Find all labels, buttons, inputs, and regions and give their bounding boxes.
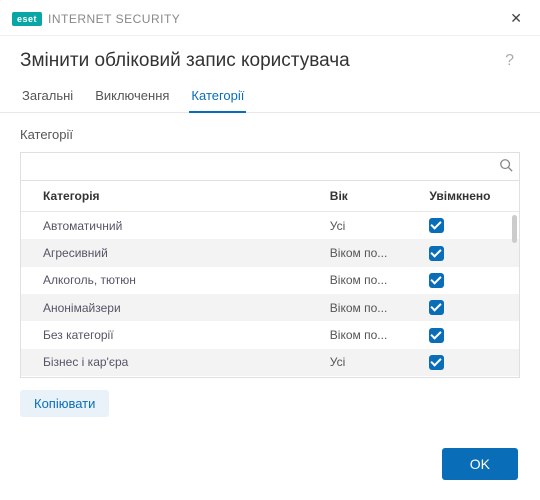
cell-enabled [419, 376, 519, 378]
cell-category: Анонімайзери [21, 294, 320, 321]
cell-age: Усі [320, 349, 420, 376]
table-row[interactable]: Агресивний Віком по... [21, 239, 519, 266]
table-row[interactable]: Без категорії Віком по... [21, 321, 519, 348]
cell-category: Без категорії [21, 321, 320, 348]
cell-category: Автоматичний [21, 212, 320, 240]
cell-enabled [419, 321, 519, 348]
table-row[interactable]: Алкоголь, тютюн Віком по... [21, 267, 519, 294]
dialog-header: Змінити обліковий запис користувача ? [0, 36, 540, 82]
checkbox-icon[interactable] [429, 246, 444, 261]
brand-product: INTERNET SECURITY [48, 12, 180, 26]
category-table: Категорія Вік Увімкнено Автоматичний Усі… [20, 180, 520, 378]
content-area: Категорії Категорія Вік Увімкнено Авто [0, 113, 540, 430]
col-header-category[interactable]: Категорія [21, 181, 320, 212]
brand-logo: eset [12, 12, 42, 26]
cell-enabled [419, 349, 519, 376]
checkbox-icon[interactable] [429, 273, 444, 288]
checkbox-icon[interactable] [429, 355, 444, 370]
search-row [20, 152, 520, 180]
search-icon[interactable] [499, 158, 513, 175]
checkbox-icon[interactable] [429, 300, 444, 315]
cell-enabled [419, 239, 519, 266]
table-row[interactable]: Автоматичний Усі [21, 212, 519, 240]
copy-button[interactable]: Копіювати [20, 390, 109, 417]
dialog-title: Змінити обліковий запис користувача [20, 50, 499, 72]
table-header-row: Категорія Вік Увімкнено [21, 181, 519, 212]
dialog-footer: OK [0, 430, 540, 500]
checkbox-icon[interactable] [429, 328, 444, 343]
cell-age: Усі [320, 212, 420, 240]
cell-enabled [419, 212, 519, 240]
tabs: Загальні Виключення Категорії [0, 82, 540, 113]
cell-category: Алкоголь, тютюн [21, 267, 320, 294]
table-row[interactable]: Анонімайзери Віком по... [21, 294, 519, 321]
brand: eset INTERNET SECURITY [12, 12, 180, 26]
cell-category: Бізнес і кар'єра [21, 349, 320, 376]
help-icon[interactable]: ? [499, 50, 520, 72]
tab-categories[interactable]: Категорії [189, 82, 246, 113]
titlebar: eset INTERNET SECURITY ✕ [0, 0, 540, 36]
cell-age: Віком по... [320, 267, 420, 294]
scrollbar-thumb[interactable] [512, 215, 517, 243]
cell-age: Віком по... [320, 321, 420, 348]
cell-age: Віком по... [320, 239, 420, 266]
copy-row: Копіювати [20, 378, 520, 423]
search-input[interactable] [29, 160, 499, 174]
cell-category: Агресивний [21, 239, 320, 266]
cell-enabled [419, 267, 519, 294]
section-label: Категорії [20, 127, 520, 142]
tab-general[interactable]: Загальні [20, 82, 75, 113]
tab-exclusions[interactable]: Виключення [93, 82, 171, 113]
checkbox-icon[interactable] [429, 218, 444, 233]
table-row[interactable]: Віросповідання Усі [21, 376, 519, 378]
cell-age: Віком по... [320, 294, 420, 321]
close-icon[interactable]: ✕ [504, 8, 528, 29]
col-header-age[interactable]: Вік [320, 181, 420, 212]
dialog-window: eset INTERNET SECURITY ✕ Змінити обліков… [0, 0, 540, 500]
table-row[interactable]: Бізнес і кар'єра Усі [21, 349, 519, 376]
col-header-enabled[interactable]: Увімкнено [419, 181, 519, 212]
cell-age: Усі [320, 376, 420, 378]
ok-button[interactable]: OK [442, 448, 518, 480]
cell-category: Віросповідання [21, 376, 320, 378]
cell-enabled [419, 294, 519, 321]
